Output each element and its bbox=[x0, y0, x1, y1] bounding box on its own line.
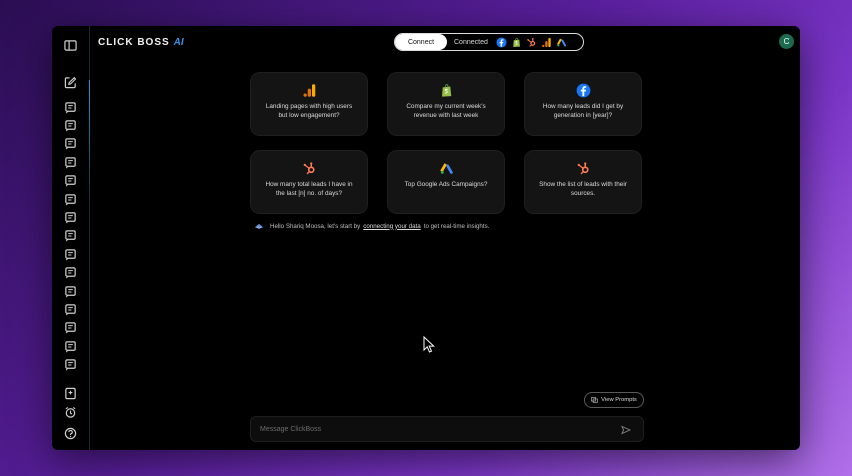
prompt-card-text: How many total leads I have in the last … bbox=[265, 181, 353, 197]
greeting-text-after: to get real-time insights. bbox=[423, 222, 490, 230]
chat-history-icon[interactable] bbox=[63, 100, 77, 114]
top-bar: CLICK BOSS AI Connect Connected C bbox=[90, 26, 800, 60]
chat-history-icon[interactable] bbox=[63, 302, 77, 316]
prompt-card[interactable]: Show the list of leads with their source… bbox=[524, 150, 642, 214]
logo-text: CLICK BOSS bbox=[98, 37, 170, 48]
chat-history-icon[interactable] bbox=[63, 358, 77, 372]
panel-toggle-icon[interactable] bbox=[63, 38, 77, 52]
chat-history-icon[interactable] bbox=[63, 284, 77, 298]
chat-history-icon[interactable] bbox=[63, 229, 77, 243]
sidebar-accent-line bbox=[89, 80, 90, 200]
shopify-icon bbox=[437, 81, 455, 99]
message-composer[interactable]: Message ClickBoss bbox=[250, 416, 644, 442]
google-ads-icon bbox=[437, 159, 455, 177]
sidebar bbox=[52, 26, 90, 450]
greeting-text-before: Hello Shariq Moosa, let's start by bbox=[270, 222, 361, 230]
chat-history-icon[interactable] bbox=[63, 155, 77, 169]
prompt-card[interactable]: Landing pages with high users but low en… bbox=[250, 72, 368, 136]
greeting-message: Hello Shariq Moosa, let's start by conne… bbox=[254, 222, 489, 230]
bookmark-icon[interactable] bbox=[63, 386, 77, 400]
prompt-card-text: How many leads did I get by generation i… bbox=[542, 103, 624, 119]
send-icon[interactable] bbox=[621, 425, 631, 435]
google-analytics-icon[interactable] bbox=[541, 37, 552, 48]
alarm-icon[interactable] bbox=[63, 405, 77, 419]
google-ads-icon[interactable] bbox=[556, 37, 567, 48]
app-window: CLICK BOSS AI Connect Connected C Landin… bbox=[52, 26, 800, 450]
chat-history-icon[interactable] bbox=[63, 118, 77, 132]
logo-ai: AI bbox=[173, 37, 184, 48]
new-chat-icon[interactable] bbox=[63, 75, 77, 89]
prompt-card-text: Top Google Ads Campaigns? bbox=[404, 181, 488, 188]
hubspot-icon bbox=[300, 159, 318, 177]
prompt-card[interactable]: Compare my current week's revenue with l… bbox=[387, 72, 505, 136]
prompt-card-text: Compare my current week's revenue with l… bbox=[406, 103, 486, 119]
connect-data-link[interactable]: connecting your data bbox=[363, 223, 420, 230]
chat-history-icon[interactable] bbox=[63, 210, 77, 224]
connect-toggle: Connect Connected bbox=[394, 33, 584, 51]
google-analytics-icon bbox=[300, 81, 318, 99]
bot-icon bbox=[254, 222, 264, 230]
tab-connected[interactable]: Connected bbox=[454, 39, 494, 46]
chat-history-icon[interactable] bbox=[63, 137, 77, 151]
chat-history-icon[interactable] bbox=[63, 321, 77, 335]
prompt-card-text: Landing pages with high users but low en… bbox=[265, 103, 353, 119]
mouse-cursor-icon bbox=[423, 336, 435, 353]
shopify-icon[interactable] bbox=[511, 37, 522, 48]
integration-icons bbox=[496, 36, 567, 48]
prompt-card-text: Show the list of leads with their source… bbox=[539, 181, 627, 197]
chat-history-icon[interactable] bbox=[63, 266, 77, 280]
tab-connect[interactable]: Connect bbox=[395, 34, 447, 50]
facebook-icon bbox=[574, 81, 592, 99]
chat-history-icon[interactable] bbox=[63, 247, 77, 261]
prompt-card[interactable]: How many total leads I have in the last … bbox=[250, 150, 368, 214]
avatar[interactable]: C bbox=[779, 34, 794, 49]
message-input[interactable]: Message ClickBoss bbox=[260, 426, 321, 433]
prompt-card[interactable]: How many leads did I get by generation i… bbox=[524, 72, 642, 136]
view-prompts-label: View Prompts bbox=[601, 397, 637, 403]
hubspot-icon bbox=[574, 159, 592, 177]
app-logo: CLICK BOSS AI bbox=[98, 37, 184, 48]
view-prompts-button[interactable]: View Prompts bbox=[584, 392, 644, 408]
chat-history-icon[interactable] bbox=[63, 174, 77, 188]
chat-history-icon[interactable] bbox=[63, 192, 77, 206]
facebook-icon[interactable] bbox=[496, 36, 507, 48]
prompt-card[interactable]: Top Google Ads Campaigns? bbox=[387, 150, 505, 214]
prompts-icon bbox=[591, 397, 598, 403]
chat-history-icon[interactable] bbox=[63, 339, 77, 353]
help-icon[interactable] bbox=[63, 426, 77, 440]
hubspot-icon[interactable] bbox=[526, 37, 537, 48]
